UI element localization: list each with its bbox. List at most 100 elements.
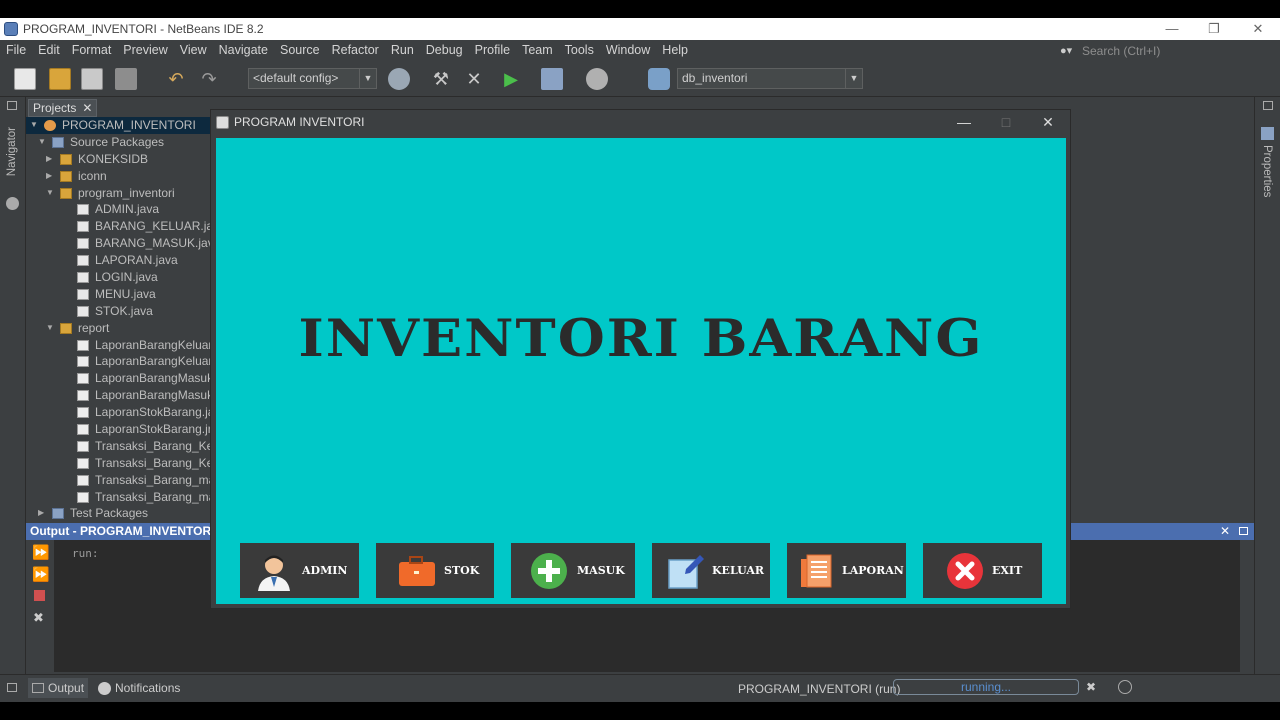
menu-format[interactable]: Format (66, 40, 118, 61)
src-icon (52, 136, 64, 148)
collapse-arrow-icon[interactable]: ▶ (46, 168, 56, 185)
masuk-button[interactable]: MASUK (511, 543, 635, 598)
admin-button-label: ADMIN (302, 564, 348, 577)
output-title-bar[interactable]: Output - PROGRAM_INVENTORI (r (26, 523, 212, 540)
menu-source[interactable]: Source (274, 40, 326, 61)
restore-window-icon[interactable] (1263, 101, 1273, 110)
expand-arrow-icon[interactable]: ▼ (38, 134, 48, 151)
config-combo[interactable]: <default config> ▼ (248, 68, 377, 89)
new-file-icon[interactable] (14, 68, 36, 90)
ide-title-bar: PROGRAM_INVENTORI - NetBeans IDE 8.2 — ❐… (0, 18, 1280, 40)
output-text: run: (72, 547, 99, 560)
netbeans-icon (4, 22, 18, 36)
toolbar: ↶ ↷ <default config> ▼ ⚒ ✕ ▶ db_inventor… (0, 61, 1280, 97)
menu-refactor[interactable]: Refactor (326, 40, 385, 61)
menu-view[interactable]: View (174, 40, 213, 61)
menu-help[interactable]: Help (656, 40, 694, 61)
undo-icon[interactable]: ↶ (165, 68, 187, 90)
close-button[interactable]: ✕ (1236, 18, 1280, 40)
app-close-button[interactable]: ✕ (1028, 110, 1068, 134)
close-output-icon[interactable]: ✕ (1220, 523, 1230, 540)
restore-window-icon[interactable] (7, 683, 17, 692)
expand-arrow-icon[interactable]: ▼ (30, 117, 40, 134)
pkg-icon (60, 153, 72, 165)
jas-icon (77, 457, 89, 469)
minimize-button[interactable]: — (1150, 18, 1194, 40)
tree-node-label: PROGRAM_INVENTORI (62, 118, 196, 132)
profile-icon[interactable] (586, 68, 608, 90)
projects-tab[interactable]: Projects ✕ (28, 99, 98, 117)
open-project-icon[interactable] (81, 68, 103, 90)
build-hammer-icon[interactable]: ⚒ (430, 68, 452, 90)
tree-node-label: BARANG_MASUK.java (95, 236, 221, 251)
output-title: Output - PROGRAM_INVENTORI (r (30, 524, 212, 538)
menu-bar: File Edit Format Preview View Navigate S… (0, 40, 1280, 61)
properties-icon (1261, 127, 1274, 140)
restore-output-icon[interactable] (1239, 527, 1248, 535)
app-maximize-button[interactable]: □ (986, 110, 1026, 134)
globe-icon[interactable] (388, 68, 410, 90)
output-status-tab[interactable]: Output (28, 678, 89, 698)
properties-tab[interactable]: Properties (1261, 145, 1273, 197)
stok-button[interactable]: STOK (376, 543, 494, 598)
navigator-tab[interactable]: Navigator (6, 127, 18, 176)
notifications-tab[interactable]: Notifications (94, 678, 184, 698)
admin-button[interactable]: ADMIN (240, 543, 359, 598)
expand-arrow-icon[interactable]: ▼ (46, 185, 56, 202)
settings-icon[interactable]: ✖ (33, 610, 44, 626)
redo-icon[interactable]: ↷ (198, 68, 220, 90)
clean-build-icon[interactable]: ✕ (463, 68, 485, 90)
report-icon (801, 554, 832, 588)
db-combo[interactable]: db_inventori ▼ (677, 68, 863, 89)
menu-tools[interactable]: Tools (559, 40, 600, 61)
save-all-icon[interactable] (115, 68, 137, 90)
jas-icon (77, 407, 89, 419)
menu-run[interactable]: Run (385, 40, 420, 61)
debug-icon[interactable] (541, 68, 563, 90)
notifications-label: Notifications (115, 681, 181, 695)
exit-button[interactable]: EXIT (923, 543, 1042, 598)
search-field[interactable]: ●▾ Search (Ctrl+I) (1060, 42, 1272, 59)
menu-window[interactable]: Window (600, 40, 656, 61)
tree-node-label: Transaksi_Barang_mas (95, 472, 222, 487)
menu-team[interactable]: Team (516, 40, 559, 61)
jas-icon (77, 339, 89, 351)
app-heading: INVENTORI BARANG (298, 307, 984, 369)
rerun-icon[interactable]: ⏩ (32, 544, 49, 561)
menu-profile[interactable]: Profile (469, 40, 516, 61)
keluar-button[interactable]: KELUAR (652, 543, 770, 598)
status-bar: Output Notifications PROGRAM_INVENTORI (… (0, 674, 1280, 700)
cancel-task-icon[interactable]: ✖ (1086, 680, 1096, 694)
tree-node-label: Test Packages (70, 506, 149, 521)
stop-icon[interactable] (34, 590, 45, 601)
database-icon[interactable] (648, 68, 670, 90)
menu-preview[interactable]: Preview (117, 40, 173, 61)
tree-node-label: Transaksi_Barang_Kelu (95, 455, 223, 470)
jas-icon (77, 424, 89, 436)
jas-icon (77, 491, 89, 503)
run-icon[interactable]: ▶ (500, 68, 522, 90)
collapse-arrow-icon[interactable]: ▶ (38, 505, 48, 522)
new-project-icon[interactable] (49, 68, 71, 90)
plus-circle-icon (531, 553, 567, 589)
laporan-button[interactable]: LAPORAN (787, 543, 906, 598)
collapse-arrow-icon[interactable]: ▶ (46, 151, 56, 168)
menu-edit[interactable]: Edit (32, 40, 66, 61)
expand-arrow-icon[interactable]: ▼ (46, 320, 56, 337)
db-combo-value: db_inventori (682, 71, 748, 85)
restore-window-icon[interactable] (7, 101, 17, 110)
ide-title: PROGRAM_INVENTORI - NetBeans IDE 8.2 (23, 22, 264, 36)
rerun-with-params-icon[interactable]: ⏩ (32, 566, 49, 583)
close-tab-icon[interactable]: ✕ (82, 100, 92, 116)
tree-node-label: ADMIN.java (95, 202, 160, 217)
pkg-icon (60, 322, 72, 334)
restore-button[interactable]: ❐ (1192, 18, 1236, 40)
navigator-icon (6, 197, 19, 210)
app-minimize-button[interactable]: — (944, 110, 984, 134)
menu-navigate[interactable]: Navigate (213, 40, 274, 61)
jas-icon (77, 356, 89, 368)
java-icon (77, 238, 89, 250)
menu-file[interactable]: File (0, 40, 32, 61)
menu-debug[interactable]: Debug (420, 40, 469, 61)
notification-bubble-icon[interactable] (1118, 680, 1132, 694)
